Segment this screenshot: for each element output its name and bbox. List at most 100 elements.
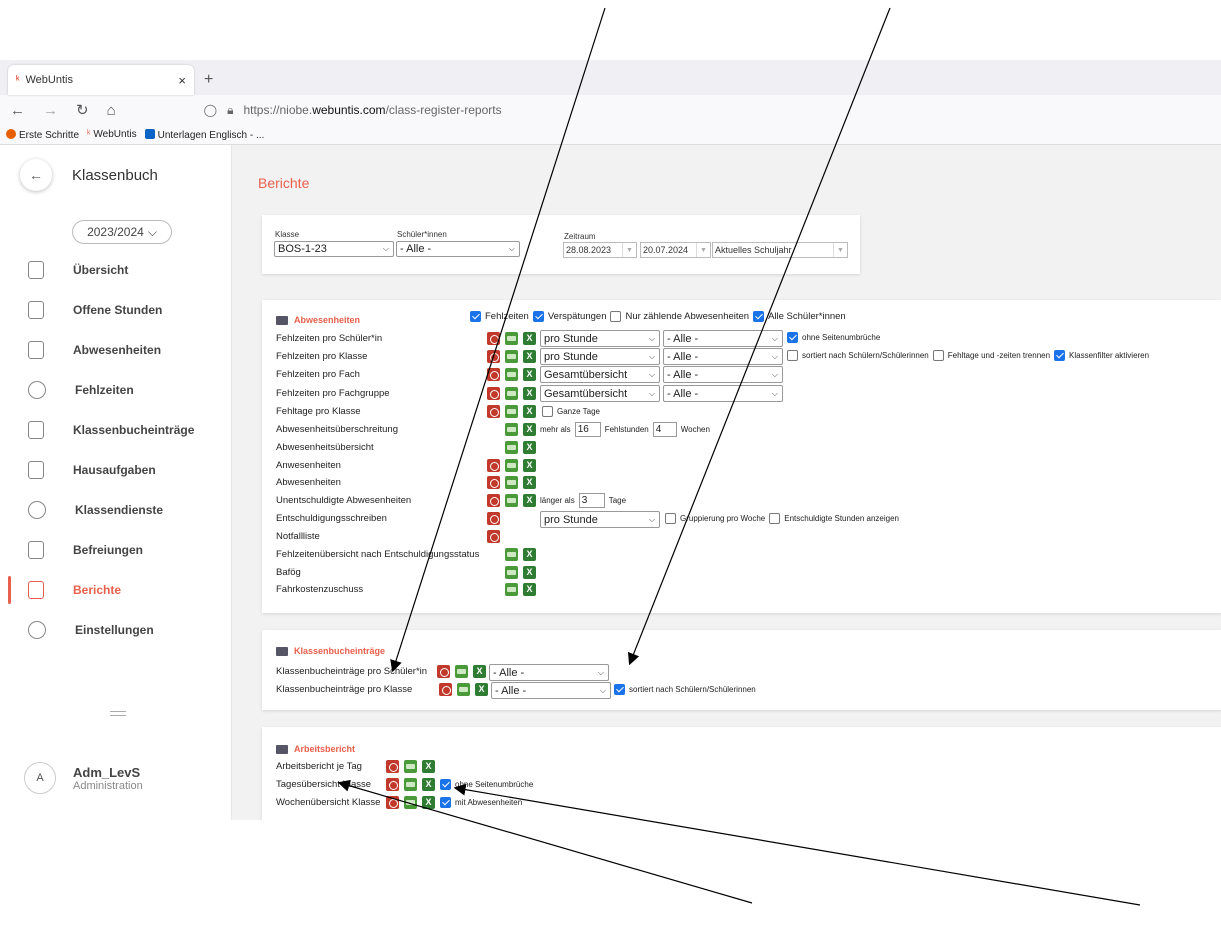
csv-export-icon[interactable] [505,387,518,400]
sidebar-drag-handle[interactable] [110,711,126,716]
back-button[interactable]: ← [20,159,52,191]
excel-export-icon[interactable]: X [523,350,536,363]
csv-export-icon[interactable] [404,778,417,791]
excel-export-icon[interactable]: X [422,778,435,791]
csv-export-icon[interactable] [505,441,518,454]
excel-export-icon[interactable]: X [473,665,486,678]
granularity-select[interactable]: Gesamtübersicht ⌵ [540,385,660,402]
checkbox-fehlzeiten[interactable] [470,311,481,322]
chevron-down-icon[interactable]: ▼ [833,243,847,257]
filter-select[interactable]: - Alle - ⌵ [663,385,783,402]
pdf-export-icon[interactable] [487,512,500,525]
sidebar-item-befreiungen[interactable]: Befreiungen [0,530,231,570]
sidebar-item-klassenbucheintraege[interactable]: Klassenbucheinträge [0,410,231,450]
checkbox-alle-schueler[interactable] [753,311,765,322]
filter-select[interactable]: - Alle - ⌵ [491,682,611,699]
back-arrow-icon[interactable]: ← [10,102,25,119]
checkbox[interactable] [614,684,625,695]
checkbox[interactable] [787,332,798,343]
sidebar-item-offene-stunden[interactable]: Offene Stunden [0,290,231,330]
checkbox-nur-zaehlende[interactable] [610,311,622,322]
filter-select[interactable]: - Alle - ⌵ [663,348,783,365]
bookmark-webuntis[interactable]: ᵏ WebUntis [87,129,137,140]
checkbox[interactable] [1054,350,1066,361]
home-icon[interactable]: ⌂ [107,102,116,119]
sidebar-item-klassendienste[interactable]: Klassendienste [0,490,231,530]
browser-tab[interactable]: ᵏ WebUntis × [8,65,194,95]
new-tab-icon[interactable]: + [204,71,213,89]
csv-export-icon[interactable] [457,683,470,696]
granularity-select[interactable]: pro Stunde ⌵ [540,348,660,365]
excel-export-icon[interactable]: X [523,405,536,418]
csv-export-icon[interactable] [455,665,468,678]
pdf-export-icon[interactable] [437,665,450,678]
checkbox[interactable] [440,779,451,790]
excel-export-icon[interactable]: X [523,583,536,596]
sidebar-item-fehlzeiten[interactable]: Fehlzeiten [0,370,231,410]
csv-export-icon[interactable] [505,548,518,561]
excel-export-icon[interactable]: X [523,566,536,579]
checkbox[interactable] [665,513,676,524]
csv-export-icon[interactable] [404,796,417,809]
checkbox-verspaetungen[interactable] [532,311,544,322]
csv-export-icon[interactable] [505,368,518,381]
granularity-select[interactable]: Gesamtübersicht ⌵ [540,366,660,383]
date-to-input[interactable]: 20.07.2024 ▼ [640,242,711,258]
excel-export-icon[interactable]: X [422,796,435,809]
filter-select[interactable]: - Alle - ⌵ [663,366,783,383]
pdf-export-icon[interactable] [386,778,399,791]
pdf-export-icon[interactable] [487,476,500,489]
csv-export-icon[interactable] [505,494,518,507]
checkbox[interactable] [542,406,553,417]
csv-export-icon[interactable] [505,332,518,345]
excel-export-icon[interactable]: X [523,368,536,381]
csv-export-icon[interactable] [505,459,518,472]
csv-export-icon[interactable] [505,423,518,436]
csv-export-icon[interactable] [505,566,518,579]
sidebar-item-einstellungen[interactable]: Einstellungen [0,610,231,650]
chevron-down-icon[interactable]: ▼ [696,243,710,257]
pdf-export-icon[interactable] [487,368,500,381]
excel-export-icon[interactable]: X [523,332,536,345]
pdf-export-icon[interactable] [487,405,500,418]
klasse-select[interactable]: BOS-1-23 ⌵ [274,241,394,257]
sidebar-item-abwesenheiten[interactable]: Abwesenheiten [0,330,231,370]
checkbox[interactable] [932,350,944,361]
pdf-export-icon[interactable] [439,683,452,696]
days-input[interactable]: 3 [578,493,605,508]
csv-export-icon[interactable] [505,476,518,489]
sidebar-item-berichte[interactable]: Berichte [0,570,231,610]
filter-select[interactable]: - Alle - ⌵ [489,664,609,681]
forward-arrow-icon[interactable]: → [43,102,58,119]
excel-export-icon[interactable]: X [523,423,536,436]
weeks-input[interactable]: 4 [652,422,677,437]
pdf-export-icon[interactable] [386,796,399,809]
pdf-export-icon[interactable] [487,530,500,543]
csv-export-icon[interactable] [505,405,518,418]
checkbox[interactable] [440,797,451,808]
csv-export-icon[interactable] [505,350,518,363]
checkbox[interactable] [787,350,798,361]
csv-export-icon[interactable] [505,583,518,596]
school-year-select[interactable]: 2023/2024 ⌵ [72,220,172,244]
chevron-down-icon[interactable]: ▼ [622,243,636,257]
granularity-select[interactable]: pro Stunde ⌵ [540,511,660,528]
pdf-export-icon[interactable] [487,350,500,363]
excel-export-icon[interactable]: X [523,548,536,561]
date-from-input[interactable]: 28.08.2023 ▼ [563,242,637,258]
schueler-select[interactable]: - Alle - ⌵ [396,241,520,257]
excel-export-icon[interactable]: X [422,760,435,773]
pdf-export-icon[interactable] [487,459,500,472]
excel-export-icon[interactable]: X [523,476,536,489]
csv-export-icon[interactable] [404,760,417,773]
granularity-select[interactable]: pro Stunde ⌵ [540,330,660,347]
excel-export-icon[interactable]: X [523,494,536,507]
bookmark-unterlagen[interactable]: Unterlagen Englisch - ... [144,128,264,141]
bookmark-erste-schritte[interactable]: Erste Schritte [6,128,79,141]
pdf-export-icon[interactable] [386,760,399,773]
filter-select[interactable]: - Alle - ⌵ [663,330,783,347]
excel-export-icon[interactable]: X [523,441,536,454]
sidebar-item-uebersicht[interactable]: Übersicht [0,250,231,290]
pdf-export-icon[interactable] [487,387,500,400]
url-bar[interactable]: ◯ 🔒︎ https://niobe.webuntis.com/class-re… [204,103,502,118]
